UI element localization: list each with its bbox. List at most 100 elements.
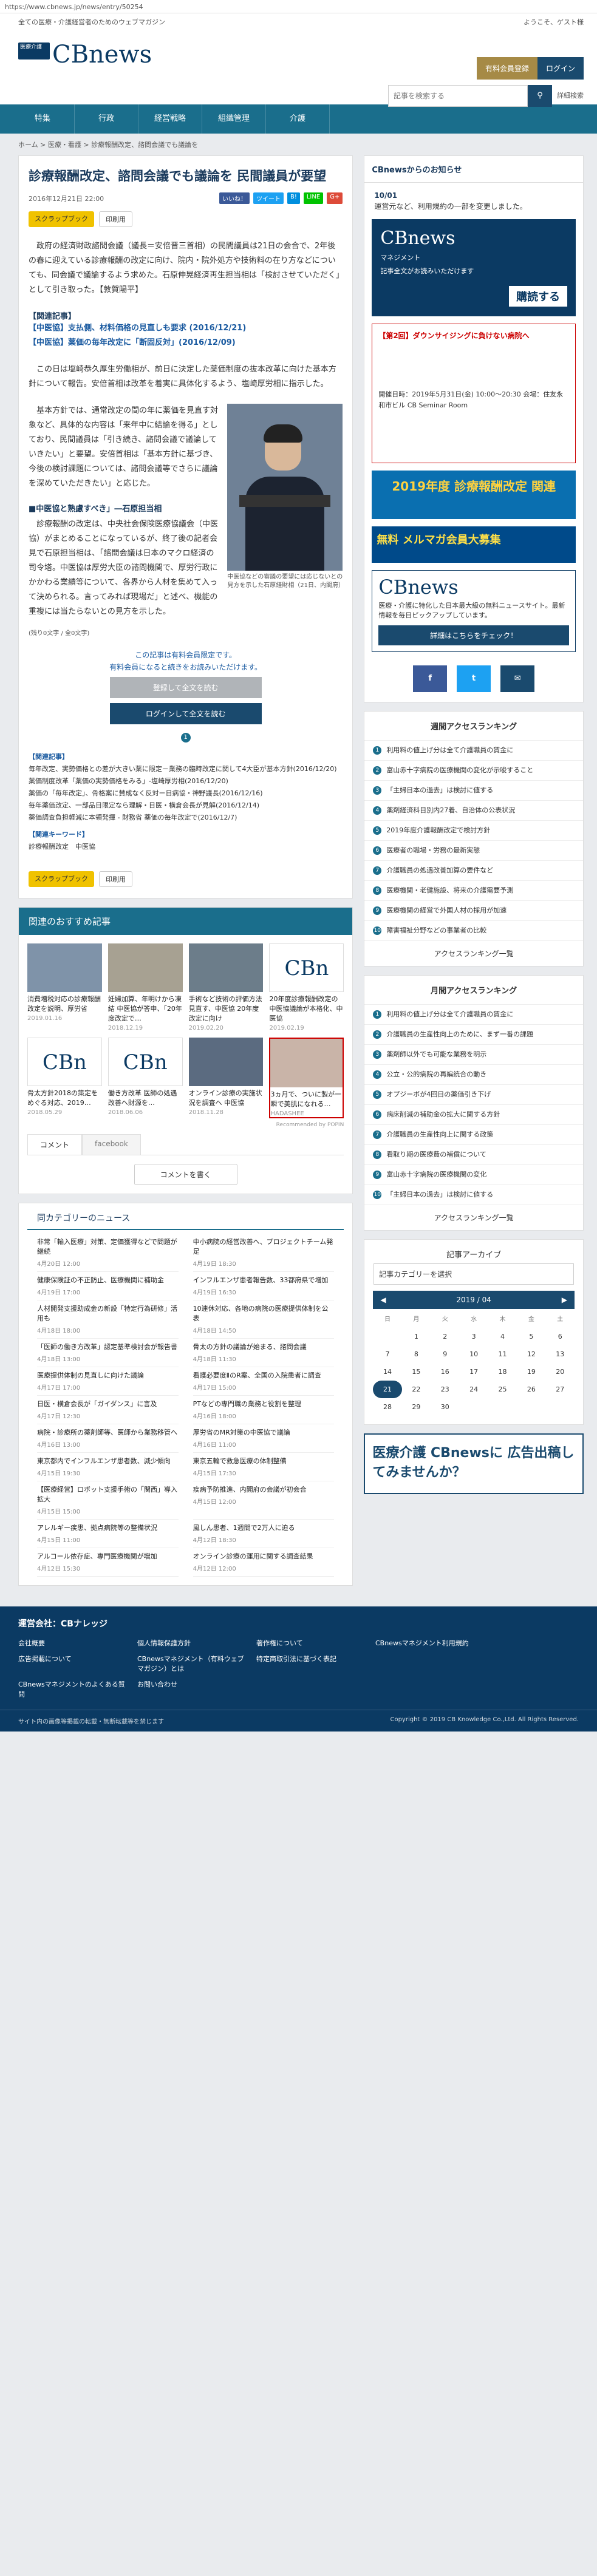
subscribe-ad[interactable]: CBnews マネジメント 記事全文がお読みいただけます 購読する bbox=[372, 219, 576, 316]
calendar-day[interactable]: 23 bbox=[431, 1381, 459, 1398]
rank-item[interactable]: 2 富山赤十字病院の医療機関の変化が示唆すること bbox=[364, 760, 583, 780]
rank-title[interactable]: 病床削減の補助金の拡大に関する方針 bbox=[386, 1110, 500, 1120]
rank-item[interactable]: 9 医療機関の経営で外国人材の採用が加速 bbox=[364, 900, 583, 920]
related-link[interactable]: 【中医協】支払側、材料価格の見直しも要求 (2016/12/21) bbox=[29, 321, 343, 336]
search-icon[interactable]: ⚲ bbox=[528, 85, 552, 107]
rank-title[interactable]: オプジーボが4回目の薬価引き下げ bbox=[386, 1090, 491, 1099]
news-item[interactable]: PTなどの専門職の業務と役割を整理 4月16日 18:00 bbox=[193, 1396, 335, 1424]
footer-link[interactable]: 広告掲載について bbox=[18, 1654, 128, 1673]
rank-item[interactable]: 10 「主婦日本の過去」は検討に値する bbox=[364, 1184, 583, 1205]
news-item[interactable]: 東京都内でインフルエンザ患者数、減少傾向 4月15日 19:30 bbox=[37, 1453, 179, 1481]
news-title[interactable]: アレルギー疾患、拠点病院等の整備状況 bbox=[37, 1523, 179, 1533]
rank-item[interactable]: 5 オプジーボが4回目の薬価引き下げ bbox=[364, 1084, 583, 1104]
rank-title[interactable]: 介護職員の生産性向上のために、まず一番の課題 bbox=[386, 1030, 533, 1039]
rank-item[interactable]: 8 医療機関・老健施設、将来の介護需要予測 bbox=[364, 880, 583, 900]
news-title[interactable]: 10連休対応、各地の病院の医療提供体制を公表 bbox=[193, 1304, 335, 1324]
rank-item[interactable]: 3 薬剤師以外でも可能な業務を明示 bbox=[364, 1044, 583, 1064]
nav-item-feature[interactable]: 特集 bbox=[11, 104, 75, 134]
calendar-day[interactable]: 16 bbox=[431, 1363, 459, 1381]
calendar-day[interactable]: 3 bbox=[459, 1328, 488, 1345]
rank-item[interactable]: 7 介護職員の生産性向上に関する政策 bbox=[364, 1124, 583, 1144]
nav-item-care[interactable]: 介護 bbox=[266, 104, 330, 134]
rank-title[interactable]: 富山赤十字病院の医療機関の変化 bbox=[386, 1170, 486, 1180]
news-title[interactable]: 厚労省のMR対策の中医協で議論 bbox=[193, 1428, 335, 1438]
rank-item[interactable]: 1 利用料の値上げ分は全て介護職員の賃金に bbox=[364, 1004, 583, 1024]
news-item[interactable]: アレルギー疾患、拠点病院等の整備状況 4月15日 11:00 bbox=[37, 1520, 179, 1548]
calendar-day[interactable]: 10 bbox=[459, 1345, 488, 1363]
news-title[interactable]: 健康保険証の不正防止、医療機関に補助金 bbox=[37, 1276, 179, 1285]
news-title[interactable]: 東京都内でインフルエンザ患者数、減少傾向 bbox=[37, 1456, 179, 1466]
calendar-day[interactable]: 1 bbox=[402, 1328, 431, 1345]
rank-item[interactable]: 2 介護職員の生産性向上のために、まず一番の課題 bbox=[364, 1024, 583, 1044]
news-title[interactable]: 東京五輪で救急医療の体制整備 bbox=[193, 1456, 335, 1466]
rank-title[interactable]: 薬剤経済科目別内27着、自治体の公表状況 bbox=[386, 806, 515, 815]
rank-title[interactable]: 薬剤師以外でも可能な業務を明示 bbox=[386, 1050, 486, 1059]
reco-item[interactable]: オンライン診療の実施状況を調査へ 中医協 2018.11.28 bbox=[188, 1038, 264, 1118]
news-item[interactable]: 中小病院の経営改善へ、プロジェクトチーム発足 4月19日 18:30 bbox=[193, 1234, 335, 1272]
rank-title[interactable]: 看取り期の医療費の補償について bbox=[386, 1150, 486, 1160]
news-item[interactable]: 非常「輸入医療」対策、定価獲得などで問題が継続 4月20日 12:00 bbox=[37, 1234, 179, 1272]
print-button[interactable]: 印刷用 bbox=[99, 871, 132, 887]
footer-link[interactable]: 会社概要 bbox=[18, 1638, 128, 1648]
related-link[interactable]: 【中医協】薬価の毎年改定に「断固反対」(2016/12/09) bbox=[29, 336, 343, 350]
rank-item[interactable]: 3 「主婦日本の過去」は検討に値する bbox=[364, 780, 583, 800]
reco-item[interactable]: CBn 20年度診療報酬改定の中医協議論が本格化、中医協 2019.02.19 bbox=[269, 943, 344, 1031]
calendar-day[interactable]: 19 bbox=[517, 1363, 545, 1381]
gplus-button[interactable]: G+ bbox=[327, 192, 343, 204]
tab-facebook[interactable]: facebook bbox=[82, 1134, 141, 1155]
calendar-day[interactable]: 20 bbox=[546, 1363, 575, 1381]
rank-title[interactable]: 介護職員の生産性向上に関する政策 bbox=[386, 1130, 493, 1140]
popin-credit[interactable]: Recommended by POPIN bbox=[19, 1122, 352, 1134]
news-title[interactable]: PTなどの専門職の業務と役割を整理 bbox=[193, 1399, 335, 1409]
news-item[interactable]: 健康保険証の不正防止、医療機関に補助金 4月19日 17:00 bbox=[37, 1272, 179, 1300]
rank-title[interactable]: 医療機関・老健施設、将来の介護需要予測 bbox=[386, 886, 513, 895]
news-item[interactable]: 東京五輪で救急医療の体制整備 4月15日 17:30 bbox=[193, 1453, 335, 1481]
calendar-day[interactable]: 11 bbox=[488, 1345, 517, 1363]
scrapbook-button[interactable]: スクラップブック bbox=[29, 871, 94, 887]
news-item[interactable]: アルコール依存症、専門医療機関が増加 4月12日 15:30 bbox=[37, 1548, 179, 1577]
rank-item[interactable]: 10 障害福祉分野などの事業者の比較 bbox=[364, 920, 583, 940]
rank-title[interactable]: 医療者の職場・労務の最新実態 bbox=[386, 846, 480, 855]
news-item[interactable]: 【医療経営】ロボット支援手術の「関西」導入拡大 4月15日 15:00 bbox=[37, 1481, 179, 1520]
footer-link[interactable]: お問い合わせ bbox=[137, 1679, 247, 1699]
news-item[interactable]: 厚労省のMR対策の中医協で議論 4月16日 11:00 bbox=[193, 1424, 335, 1453]
news-item[interactable]: 骨太の方針の議論が始まる、諮問会議 4月18日 11:30 bbox=[193, 1339, 335, 1367]
related-link[interactable]: 薬価調査負担軽減に本領発揮 - 財務省 薬価の毎年改定で(2016/12/7) bbox=[29, 812, 343, 824]
news-item[interactable]: 「医師の働き方改革」認定基準検討会が報告書 4月18日 13:00 bbox=[37, 1339, 179, 1367]
rank-item[interactable]: 9 富山赤十字病院の医療機関の変化 bbox=[364, 1164, 583, 1184]
footer-link[interactable]: 著作権について bbox=[256, 1638, 366, 1648]
news-title[interactable]: アルコール依存症、専門医療機関が増加 bbox=[37, 1552, 179, 1562]
rank-title[interactable]: 利用料の値上げ分は全て介護職員の賃金に bbox=[386, 1010, 513, 1019]
news-title[interactable]: 疾病予防推進、内閣府の会議が初会合 bbox=[193, 1485, 335, 1495]
mailmag-ad[interactable]: 無料 メルマガ会員大募集 bbox=[372, 526, 576, 563]
related-link[interactable]: 薬価の「毎年改定」、骨格案に賛成なく反対ー日病協・神野議長(2016/12/16… bbox=[29, 787, 343, 800]
calendar-day[interactable]: 22 bbox=[402, 1381, 431, 1398]
paid-register-button[interactable]: 有料会員登録 bbox=[476, 57, 537, 80]
rank-item[interactable]: 5 2019年度介護報酬改定で検討方針 bbox=[364, 820, 583, 840]
news-title[interactable]: 風しん患者、1週間で2万人に迫る bbox=[193, 1523, 335, 1533]
mail-icon[interactable]: ✉ bbox=[500, 665, 535, 692]
rank-item[interactable]: 4 公立・公的病院の再編統合の動き bbox=[364, 1064, 583, 1084]
calendar-day[interactable]: 4 bbox=[488, 1328, 517, 1345]
news-item[interactable]: 風しん患者、1週間で2万人に迫る 4月12日 18:30 bbox=[193, 1520, 335, 1548]
rank-item[interactable]: 7 介護職員の処遇改善加算の要件など bbox=[364, 860, 583, 880]
calendar-day[interactable]: 12 bbox=[517, 1345, 545, 1363]
revision-ad[interactable]: 2019年度 診療報酬改定 関連 bbox=[372, 471, 576, 519]
news-title[interactable]: オンライン診療の運用に関する調査結果 bbox=[193, 1552, 335, 1562]
footer-link[interactable]: CBnewsマネジメント利用規約 bbox=[375, 1638, 485, 1648]
calendar-day[interactable]: 2 bbox=[431, 1328, 459, 1345]
news-item[interactable]: 疾病予防推進、内閣府の会議が初会合 4月15日 12:00 bbox=[193, 1481, 335, 1520]
news-item[interactable]: 看護必要度ⅡのR案、全国の入院患者に調査 4月17日 15:00 bbox=[193, 1367, 335, 1396]
news-item[interactable]: オンライン診療の運用に関する調査結果 4月12日 12:00 bbox=[193, 1548, 335, 1577]
like-button[interactable]: いいね！ bbox=[219, 192, 250, 204]
calendar-day[interactable]: 27 bbox=[546, 1381, 575, 1398]
ad-placement-banner[interactable]: 医療介護 CBnewsに 広告出稿してみませんか？ bbox=[364, 1433, 584, 1494]
scrapbook-button[interactable]: スクラップブック bbox=[29, 211, 94, 227]
footer-link[interactable]: CBnewsマネジメントのよくある質問 bbox=[18, 1679, 128, 1699]
news-item[interactable]: 10連休対応、各地の病院の医療提供体制を公表 4月18日 14:50 bbox=[193, 1300, 335, 1339]
write-comment-button[interactable]: コメントを書く bbox=[134, 1164, 237, 1185]
calendar-day[interactable]: 9 bbox=[431, 1345, 459, 1363]
login-read-button[interactable]: ログインして全文を読む bbox=[109, 703, 262, 724]
calendar-day[interactable]: 18 bbox=[488, 1363, 517, 1381]
rank-title[interactable]: 「主婦日本の過去」は検討に値する bbox=[386, 1190, 493, 1200]
